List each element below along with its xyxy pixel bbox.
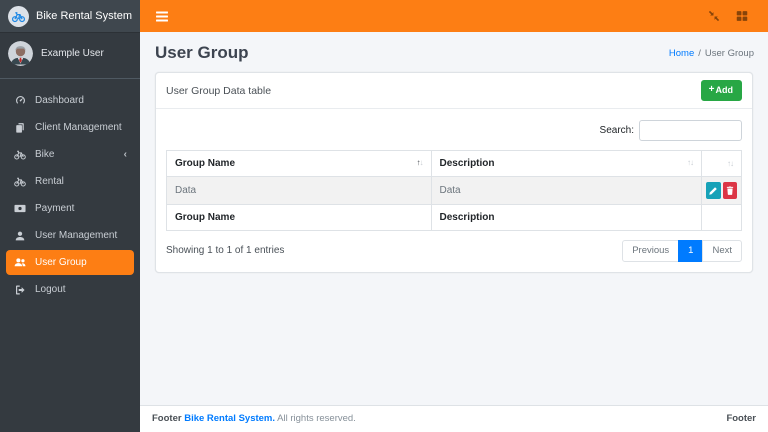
column-label: Description [439, 158, 495, 169]
topbar [140, 0, 768, 32]
search-label: Search: [599, 125, 634, 136]
sort-icon: ↑↓ [727, 159, 734, 168]
user-name: Example User [41, 48, 104, 59]
banknote-icon [13, 202, 27, 215]
footer-rights: All rights reserved. [277, 413, 356, 424]
entries-info: Showing 1 to 1 of 1 entries [166, 245, 285, 257]
column-header-description[interactable]: Description ↑↓ [430, 150, 702, 177]
sidebar-nav: Dashboard Client Management Bike ‹ Renta… [0, 79, 140, 311]
footer-right-label: Footer [726, 413, 756, 424]
main-column: User Group Home / User Group User Group … [140, 0, 768, 432]
user-panel[interactable]: Example User [0, 32, 140, 79]
topbar-actions [708, 10, 748, 22]
bike-icon [13, 175, 27, 188]
bike-rental-app: Bike Rental System Example User Dashboar… [0, 0, 768, 432]
table-header-row: Group Name ↑↓ Description ↑↓ ↑↓ [166, 150, 742, 177]
sidebar-item-user-management[interactable]: User Management [6, 223, 134, 248]
breadcrumb-current: User Group [704, 47, 754, 59]
bike-logo-icon [8, 5, 29, 27]
sidebar-item-payment[interactable]: Payment [6, 196, 134, 221]
breadcrumb-separator: / [698, 47, 701, 59]
page-title: User Group [155, 43, 249, 62]
sidebar-item-dashboard[interactable]: Dashboard [6, 88, 134, 113]
page-header: User Group Home / User Group [140, 32, 768, 72]
sidebar-item-user-group[interactable]: User Group [6, 250, 134, 275]
breadcrumb-home-link[interactable]: Home [669, 48, 694, 59]
chevron-left-icon: ‹ [123, 148, 127, 160]
sidebar-item-label: Rental [35, 176, 64, 187]
sidebar-item-bike[interactable]: Bike ‹ [6, 142, 134, 167]
sidebar-item-rental[interactable]: Rental [6, 169, 134, 194]
table-footer-row: Group Name Description [166, 204, 742, 231]
content-area: User Group Home / User Group User Group … [140, 32, 768, 432]
breadcrumb: Home / User Group [669, 48, 754, 59]
cell-actions [701, 176, 742, 205]
logout-icon [13, 283, 27, 296]
sidebar-item-label: Dashboard [35, 95, 84, 106]
sidebar-item-label: Bike [35, 149, 55, 160]
sort-icon: ↑↓ [687, 158, 694, 167]
trash-icon [726, 186, 733, 195]
footer-brand-link[interactable]: Bike Rental System. [184, 413, 275, 424]
add-button[interactable]: + Add [700, 80, 742, 101]
users-icon [13, 256, 27, 269]
column-header-group-name[interactable]: Group Name ↑↓ [166, 150, 432, 177]
pagination-next-button[interactable]: Next [702, 240, 742, 262]
pagination: Previous 1 Next [622, 240, 742, 262]
cell-description: Data [430, 176, 702, 205]
sidebar-item-label: Logout [35, 284, 66, 295]
column-header-actions[interactable]: ↑↓ [701, 150, 742, 177]
footer-group-name: Group Name [166, 204, 432, 231]
sidebar-item-label: User Group [35, 257, 87, 268]
card-title: User Group Data table [166, 84, 272, 97]
search-row: Search: [166, 117, 742, 150]
footer-actions [701, 204, 742, 231]
hamburger-menu-icon[interactable] [156, 10, 168, 22]
compress-fullscreen-icon[interactable] [708, 10, 720, 22]
sidebar-item-client-management[interactable]: Client Management [6, 115, 134, 140]
sidebar-item-label: Client Management [35, 122, 122, 133]
pagination-previous-button[interactable]: Previous [622, 240, 680, 262]
brand-title: Bike Rental System [36, 10, 132, 22]
footer-description: Description [430, 204, 702, 231]
column-label: Group Name [175, 158, 236, 169]
plus-icon: + [708, 84, 715, 95]
table-bottom: Showing 1 to 1 of 1 entries Previous 1 N… [166, 231, 742, 262]
edit-button[interactable] [706, 182, 721, 199]
sidebar-item-label: User Management [35, 230, 118, 241]
sidebar-item-label: Payment [35, 203, 75, 214]
table-row: Data Data [166, 176, 742, 205]
user-group-card: User Group Data table + Add Search: Grou… [155, 72, 753, 273]
copy-icon [13, 121, 27, 134]
sidebar: Bike Rental System Example User Dashboar… [0, 0, 140, 432]
pagination-page-1-button[interactable]: 1 [678, 240, 704, 262]
card-body: Search: Group Name ↑↓ Description ↑↓ ↑↓ … [156, 109, 752, 272]
user-avatar [8, 41, 33, 66]
cell-group-name: Data [166, 176, 432, 205]
brand[interactable]: Bike Rental System [0, 0, 140, 32]
app-footer: Footer Bike Rental System. All rights re… [140, 405, 768, 432]
user-icon [13, 229, 27, 242]
add-button-label: Add [715, 84, 734, 95]
search-input[interactable] [639, 120, 742, 141]
sidebar-item-logout[interactable]: Logout [6, 277, 134, 302]
footer-label: Footer [152, 413, 182, 424]
delete-button[interactable] [722, 182, 737, 199]
dashboard-icon [13, 94, 27, 107]
card-header: User Group Data table + Add [156, 73, 752, 109]
grid-apps-icon[interactable] [736, 10, 748, 22]
bike-icon [13, 148, 27, 161]
user-group-table: Group Name ↑↓ Description ↑↓ ↑↓ Data Dat… [166, 150, 742, 231]
sort-icon: ↑↓ [416, 158, 424, 167]
pencil-icon [709, 186, 718, 195]
footer-left: Footer Bike Rental System. All rights re… [152, 413, 356, 424]
